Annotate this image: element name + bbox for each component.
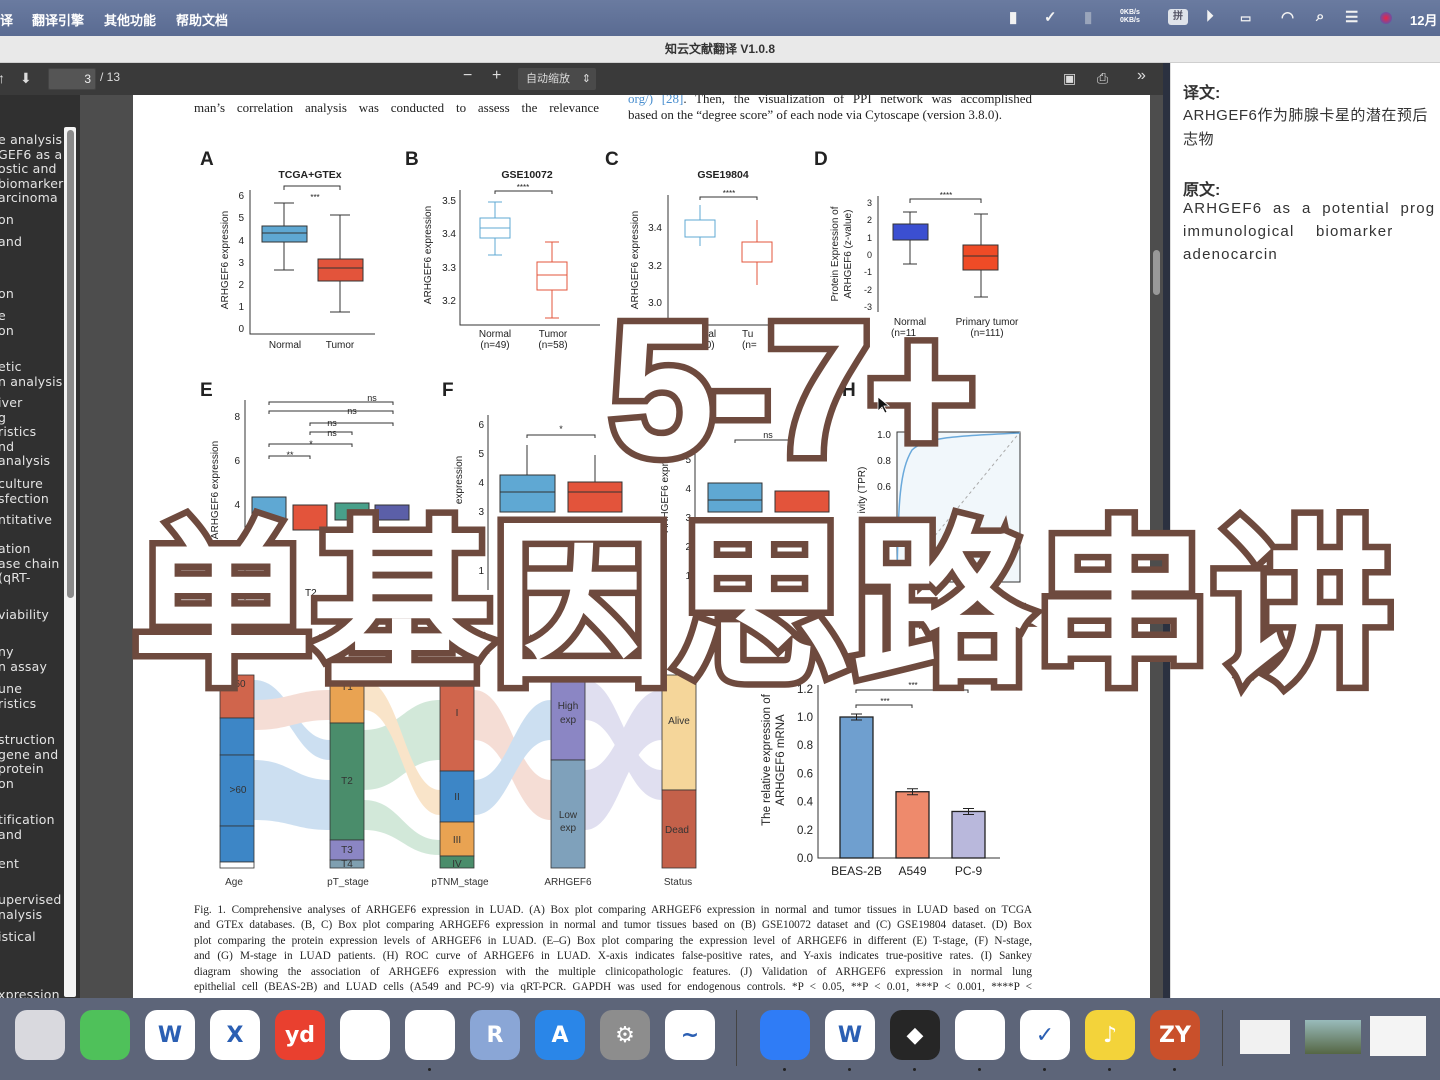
- video-title-overlay: 5-7+ 单基因思路串讲: [126, 278, 1399, 713]
- system-settings-app-icon[interactable]: ⚙: [600, 1010, 650, 1060]
- zotero-app-icon[interactable]: ZY: [1150, 1010, 1200, 1060]
- overlay-line-2: 单基因思路串讲: [132, 507, 1392, 706]
- launchpad-app-icon[interactable]: [15, 1010, 65, 1060]
- recent-window-thumbnail[interactable]: [1305, 1020, 1361, 1054]
- running-indicator: [1043, 1068, 1046, 1071]
- running-indicator: [428, 1068, 431, 1071]
- dock-divider: [736, 1010, 737, 1066]
- ticktick-app-icon[interactable]: ✓: [1020, 1010, 1070, 1060]
- obsidian-app-icon[interactable]: ◆: [890, 1010, 940, 1060]
- dock-divider: [1222, 1010, 1223, 1066]
- safari-app-icon[interactable]: [340, 1010, 390, 1060]
- running-indicator: [913, 1068, 916, 1071]
- wps-app-icon[interactable]: W: [825, 1010, 875, 1060]
- wechat-app-icon[interactable]: [80, 1010, 130, 1060]
- freeform-app-icon[interactable]: ~: [665, 1010, 715, 1060]
- tencent-docs-app-icon[interactable]: [955, 1010, 1005, 1060]
- app-store-app-icon[interactable]: A: [535, 1010, 585, 1060]
- running-indicator: [1108, 1068, 1111, 1071]
- recent-window-thumbnail[interactable]: [1370, 1016, 1426, 1056]
- recent-window-thumbnail[interactable]: [1240, 1020, 1290, 1054]
- r-app-icon[interactable]: R: [470, 1010, 520, 1060]
- running-indicator: [783, 1068, 786, 1071]
- youdao-app-icon[interactable]: yd: [275, 1010, 325, 1060]
- word-app-icon[interactable]: W: [145, 1010, 195, 1060]
- excel-app-icon[interactable]: X: [210, 1010, 260, 1060]
- overlay-line-1: 5-7+: [609, 284, 971, 496]
- lark-app-icon[interactable]: [760, 1010, 810, 1060]
- running-indicator: [848, 1068, 851, 1071]
- chrome-app-icon[interactable]: [405, 1010, 455, 1060]
- music-app-icon[interactable]: ♪: [1085, 1010, 1135, 1060]
- running-indicator: [978, 1068, 981, 1071]
- running-indicator: [1173, 1068, 1176, 1071]
